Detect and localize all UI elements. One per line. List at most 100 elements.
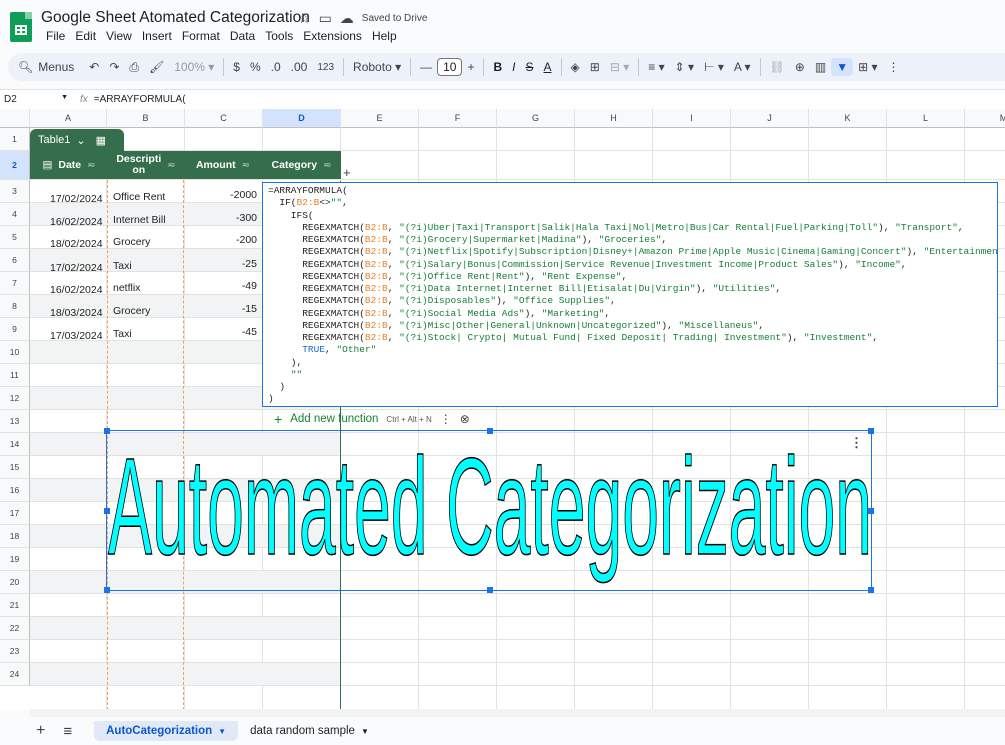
font-size-decrease-button[interactable]: — [415, 60, 437, 74]
formula-input[interactable]: =ARRAYFORMULA( [94, 94, 186, 105]
column-header-b[interactable]: B [107, 109, 185, 128]
menu-edit[interactable]: Edit [70, 29, 101, 43]
undo-icon[interactable]: ↶ [84, 60, 104, 74]
resize-handle[interactable] [104, 508, 110, 514]
sheet-tab-data-random-sample[interactable]: data random sample ▼ [238, 721, 381, 741]
add-new-function-button[interactable]: Add new function [290, 413, 378, 425]
header-category[interactable]: Category ≂ [262, 151, 341, 179]
filter-icon[interactable]: ≂ [167, 160, 175, 171]
row-header-8[interactable]: 8 [0, 295, 30, 318]
row-header-24[interactable]: 24 [0, 663, 30, 686]
text-color-button[interactable]: A [539, 60, 557, 74]
cell-description[interactable]: Taxi [113, 328, 132, 340]
row-header-1[interactable]: 1 [0, 128, 30, 151]
row-header-23[interactable]: 23 [0, 640, 30, 663]
resize-handle[interactable] [487, 587, 493, 593]
fill-color-icon[interactable]: ◈ [566, 60, 585, 74]
column-header-f[interactable]: F [419, 109, 497, 128]
print-icon[interactable]: ⎙ [124, 60, 144, 75]
bold-button[interactable]: B [488, 60, 507, 74]
column-header-i[interactable]: I [653, 109, 731, 128]
menu-view[interactable]: View [101, 29, 137, 43]
vertical-align-icon[interactable]: ⇕ ▾ [670, 60, 699, 74]
resize-handle[interactable] [487, 428, 493, 434]
resize-handle[interactable] [104, 587, 110, 593]
sheets-logo-icon[interactable] [10, 12, 32, 42]
filter-views-icon[interactable]: ⊞ ▾ [853, 60, 882, 74]
row-header-5[interactable]: 5 [0, 226, 30, 249]
select-all-corner[interactable] [0, 109, 30, 128]
row-header-3[interactable]: 3 [0, 180, 30, 203]
cell-date[interactable]: 17/02/2024 [50, 193, 103, 205]
cell-description[interactable]: netflix [113, 282, 140, 294]
font-size-input[interactable]: 10 [437, 58, 463, 76]
cell-description[interactable]: Internet Bill [113, 214, 166, 226]
menu-help[interactable]: Help [367, 29, 402, 43]
column-header-m[interactable]: M [965, 109, 1005, 128]
column-header-j[interactable]: J [731, 109, 809, 128]
more-formats-button[interactable]: 123 [312, 62, 339, 73]
filter-icon[interactable]: ▼ [831, 58, 854, 76]
plus-icon[interactable]: + [274, 411, 282, 427]
row-header-10[interactable]: 10 [0, 341, 30, 364]
more-options-icon[interactable]: ⋮ [883, 60, 905, 74]
chevron-down-icon[interactable]: ▼ [218, 727, 226, 736]
borders-icon[interactable]: ⊞ [585, 60, 605, 74]
column-header-g[interactable]: G [497, 109, 575, 128]
currency-format-button[interactable]: $ [228, 60, 245, 74]
filter-icon[interactable]: ≂ [323, 160, 331, 171]
cell-description[interactable]: Grocery [113, 236, 150, 248]
header-amount[interactable]: Amount ≂ [184, 151, 262, 179]
cell-amount[interactable]: -15 [185, 303, 257, 315]
cell-amount[interactable]: -45 [185, 326, 257, 338]
column-header-e[interactable]: E [341, 109, 419, 128]
cell-date[interactable]: 18/02/2024 [50, 238, 103, 250]
font-size-increase-button[interactable]: + [462, 60, 479, 74]
resize-handle[interactable] [868, 587, 874, 593]
close-icon[interactable]: ⊗ [460, 412, 470, 426]
column-header-h[interactable]: H [575, 109, 653, 128]
text-rotate-icon[interactable]: A ▾ [729, 60, 756, 74]
font-select[interactable]: Roboto ▾ [348, 60, 406, 74]
cell-date[interactable]: 17/03/2024 [50, 330, 103, 342]
cell-description[interactable]: Grocery [113, 305, 150, 317]
row-header-9[interactable]: 9 [0, 318, 30, 341]
menu-data[interactable]: Data [225, 29, 260, 43]
row-header-21[interactable]: 21 [0, 594, 30, 617]
document-title[interactable]: Google Sheet Atomated Categorization [41, 9, 310, 27]
row-header-12[interactable]: 12 [0, 387, 30, 410]
resize-handle[interactable] [104, 428, 110, 434]
decrease-decimal-button[interactable]: .0 [266, 60, 286, 74]
more-options-icon[interactable]: ⋮ [440, 412, 452, 426]
table-name-tab[interactable]: Table1 ⌄ ▦ [30, 129, 124, 151]
sheet-tab-autocategorization[interactable]: AutoCategorization ▼ [94, 721, 239, 741]
menu-format[interactable]: Format [177, 29, 225, 43]
column-header-d[interactable]: D [263, 109, 341, 128]
increase-decimal-button[interactable]: .00 [286, 60, 313, 74]
row-header-7[interactable]: 7 [0, 272, 30, 295]
zoom-select[interactable]: 100% ▾ [169, 60, 219, 74]
comment-icon[interactable]: ⊕ [790, 60, 810, 74]
row-header-17[interactable]: 17 [0, 502, 30, 525]
header-date[interactable]: ▤ Date ≂ [30, 151, 108, 179]
row-header-6[interactable]: 6 [0, 249, 30, 272]
merge-cells-icon[interactable]: ⊟ ▾ [605, 60, 634, 74]
text-wrap-icon[interactable]: ⊢ ▾ [699, 60, 729, 74]
row-header-22[interactable]: 22 [0, 617, 30, 640]
add-column-button[interactable]: + [343, 165, 351, 180]
add-sheet-button[interactable]: + [0, 722, 57, 740]
name-box[interactable]: D2 ▼ [0, 94, 80, 105]
link-icon[interactable]: ⛓ [765, 60, 790, 74]
drawing-object[interactable]: Automated Categorization ⋮ [104, 428, 874, 593]
row-header-13[interactable]: 13 [0, 410, 30, 433]
column-header-a[interactable]: A [30, 109, 107, 128]
table-view-icon[interactable]: ▦ [96, 134, 106, 147]
cell-date[interactable]: 18/03/2024 [50, 307, 103, 319]
cell-description[interactable]: Taxi [113, 260, 132, 272]
cell-amount[interactable]: -2000 [185, 189, 257, 201]
horizontal-align-icon[interactable]: ≡ ▾ [643, 60, 669, 74]
chevron-down-icon[interactable]: ▼ [361, 727, 369, 736]
cell-amount[interactable]: -300 [185, 212, 257, 224]
row-header-11[interactable]: 11 [0, 364, 30, 387]
horizontal-scrollbar[interactable] [30, 709, 1005, 717]
